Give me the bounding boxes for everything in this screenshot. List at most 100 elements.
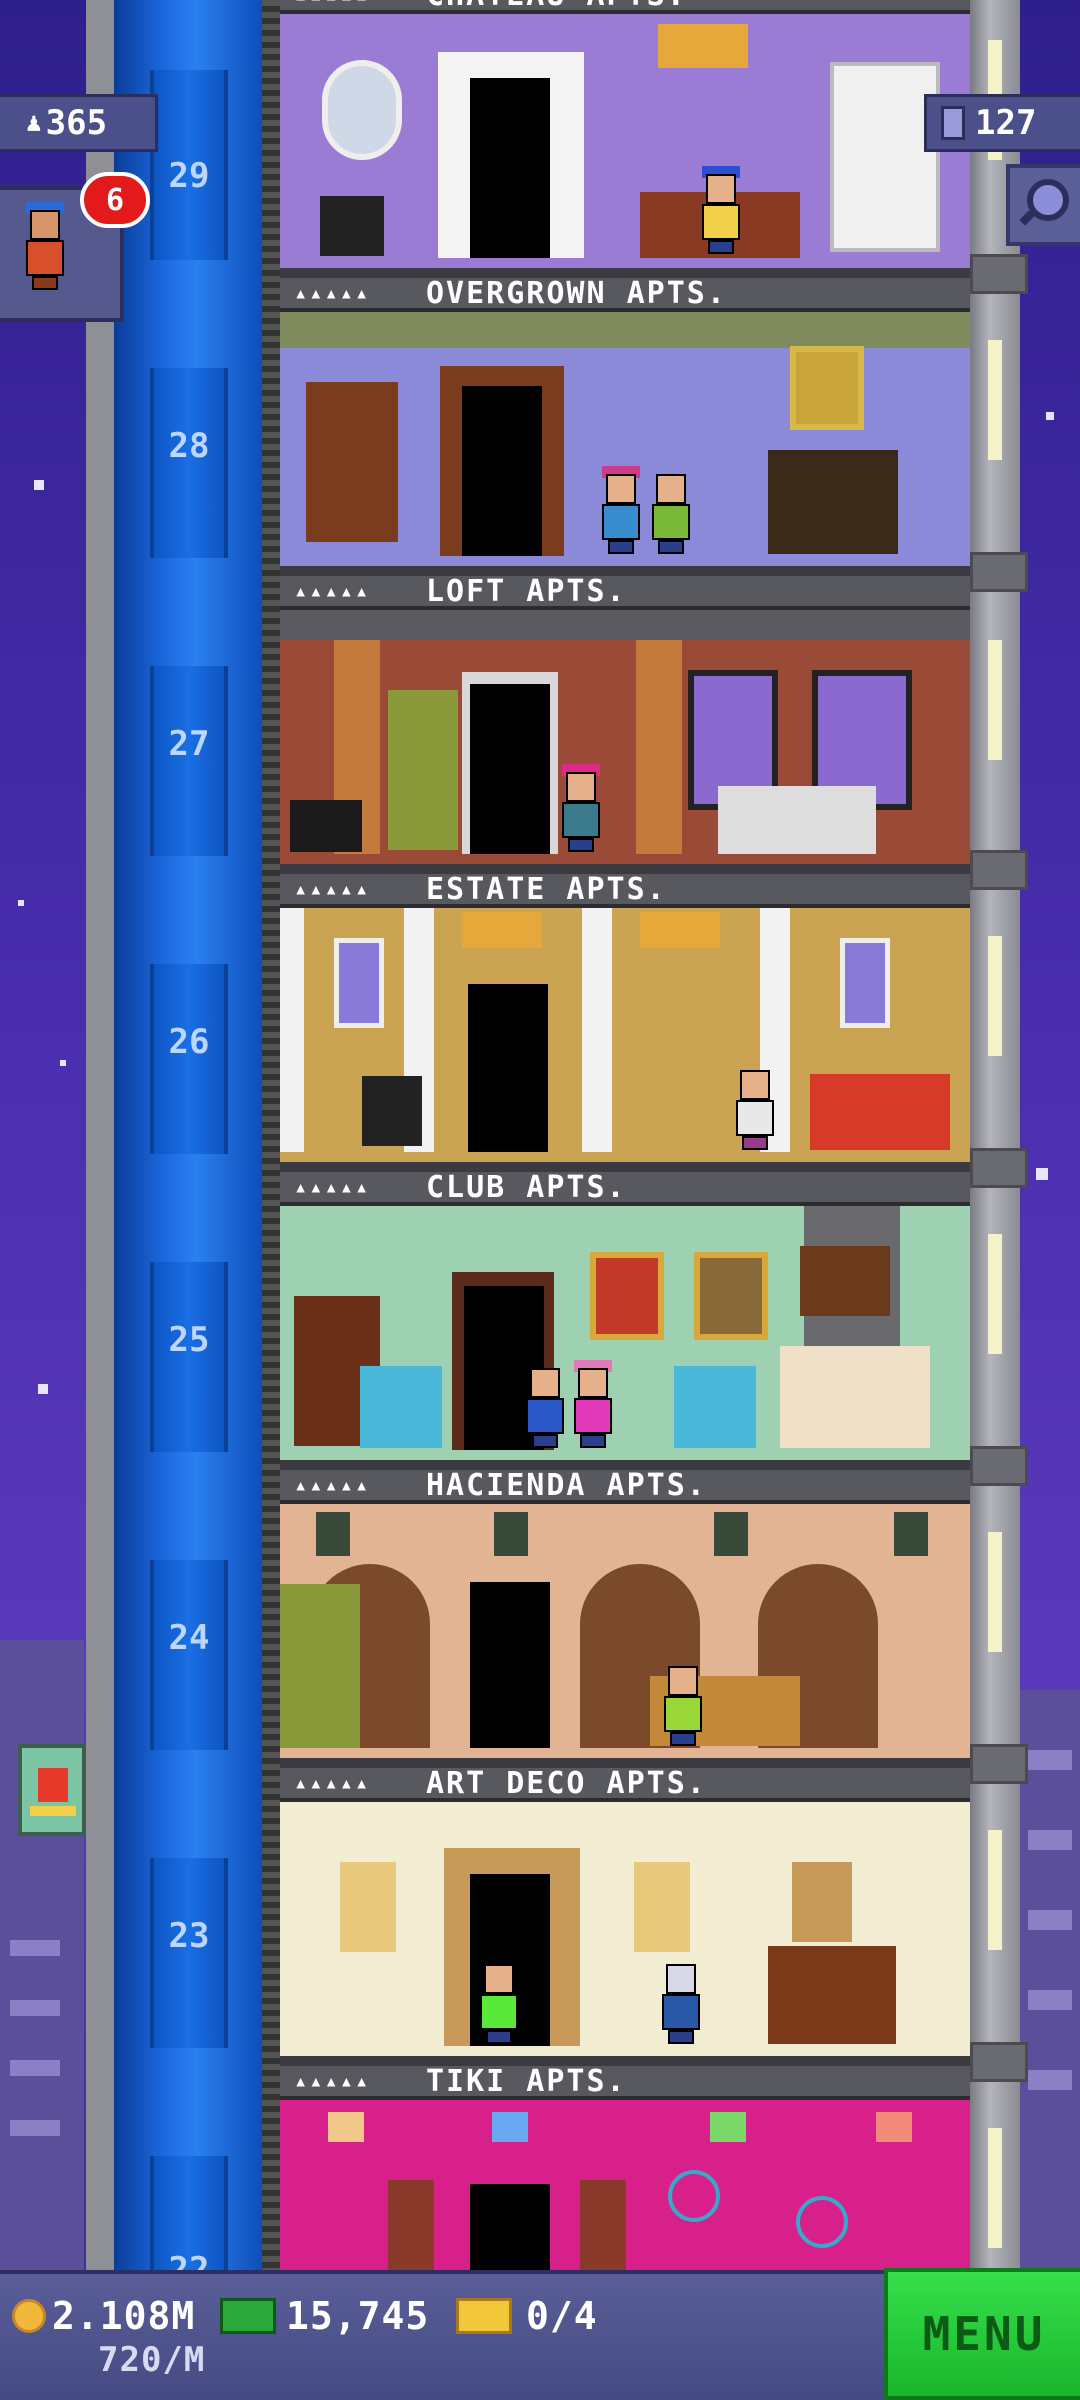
bux-icon [220, 2298, 276, 2334]
portrait-decoration [694, 1252, 768, 1340]
side-event-button[interactable] [18, 1744, 86, 1836]
parrot-decoration [796, 2196, 848, 2248]
elevator-floor-28[interactable]: 28 [114, 298, 264, 596]
magnifier-icon [1019, 179, 1069, 226]
floor-club-apts[interactable]: ▴▴▴▴▴ CLUB APTS. [280, 1169, 970, 1470]
floor-name: CHATEAU APTS. [420, 0, 687, 13]
room-interior [280, 1206, 970, 1460]
floor-rating-stars: ▴▴▴▴▴ [294, 2068, 371, 2094]
floor-header: ▴▴▴▴▴ HACIENDA APTS. [280, 1468, 970, 1504]
elevator-floor-24[interactable]: 24 [114, 1490, 264, 1788]
cabinet-decoration [830, 62, 940, 252]
floor-name: CLUB APTS. [426, 1169, 627, 1205]
menu-button[interactable]: MENU [884, 2268, 1080, 2400]
elevator-floor-23[interactable]: 23 [114, 1788, 264, 2086]
floor-header: ▴▴▴▴▴ ART DECO APTS. [280, 1765, 970, 1802]
side-table [362, 1076, 422, 1146]
floor-name: TIKI APTS. [426, 2063, 627, 2099]
elevator-floor-26[interactable]: 26 [114, 894, 264, 1192]
tenant-sprite[interactable] [660, 1666, 706, 1746]
elevator-floor-25[interactable]: 25 [114, 1192, 264, 1490]
bux-display[interactable]: 15,745 [220, 2294, 429, 2338]
ceiling-lamp-decoration [710, 2112, 746, 2142]
floor-rating-stars: ▴▴▴▴▴ [294, 876, 371, 902]
background-building [0, 1640, 84, 2280]
coin-icon [12, 2299, 46, 2333]
column-decoration [582, 908, 612, 1152]
room-doorway [462, 386, 542, 556]
elevator-floor-27[interactable]: 27 [114, 596, 264, 894]
star-decoration [1036, 1168, 1048, 1180]
moose-head-decoration [800, 1246, 890, 1316]
floor-loft-apts[interactable]: ▴▴▴▴▴ LOFT APTS. [280, 574, 970, 874]
parrot-decoration [668, 2170, 720, 2222]
floor-overgrown-apts[interactable]: ▴▴▴▴▴ OVERGROWN APTS. [280, 276, 970, 576]
person-icon: ♟ [26, 108, 42, 138]
sofa-decoration [718, 786, 876, 854]
floor-header: ▴▴▴▴▴ CHATEAU APTS. [280, 0, 970, 14]
floor-hacienda-apts[interactable]: ▴▴▴▴▴ HACIENDA APTS. [280, 1468, 970, 1768]
floor-header: ▴▴▴▴▴ CLUB APTS. [280, 1169, 970, 1206]
tenant-sprite[interactable] [522, 1368, 568, 1448]
vip-avatar-icon [22, 202, 68, 290]
vines-decoration [280, 312, 970, 348]
tenant-sprite[interactable] [648, 474, 694, 554]
floor-chateau-apts[interactable]: ▴▴▴▴▴ CHATEAU APTS. [280, 0, 970, 278]
painting-decoration [790, 346, 864, 430]
floor-number: 25 [168, 1320, 210, 1360]
chandelier-decoration [462, 912, 542, 948]
ceiling-lamp-decoration [492, 2112, 528, 2142]
room-interior [280, 1802, 970, 2056]
star-decoration [60, 1060, 66, 1066]
lantern-decoration [714, 1512, 748, 1556]
sofa-decoration [810, 1074, 950, 1150]
room-interior [280, 14, 970, 268]
coins-display[interactable]: 2.108M [12, 2294, 195, 2338]
room-interior [280, 1504, 970, 1758]
search-button[interactable] [1006, 164, 1080, 246]
lantern-decoration [494, 1512, 528, 1556]
floor-number: 26 [168, 1022, 210, 1062]
floors-counter[interactable]: 127 [924, 94, 1080, 152]
mirror-decoration [322, 60, 402, 160]
pillar-decoration [636, 640, 682, 854]
tower-support-column [970, 0, 1028, 2270]
tenant-sprite[interactable] [698, 166, 744, 254]
room-doorway [470, 2184, 550, 2270]
vase-decoration [792, 1862, 852, 1942]
floor-header: ▴▴▴▴▴ LOFT APTS. [280, 574, 970, 610]
elevator-rail [262, 0, 280, 2270]
fireplace-decoration [768, 1946, 896, 2044]
column-decoration [280, 908, 304, 1152]
tenant-sprite[interactable] [570, 1360, 616, 1448]
tenant-sprite[interactable] [598, 466, 644, 554]
floor-rating-stars: ▴▴▴▴▴ [294, 1472, 371, 1498]
floor-rating-stars: ▴▴▴▴▴ [294, 1174, 371, 1200]
tenant-sprite[interactable] [558, 764, 604, 852]
tenant-sprite[interactable] [476, 1964, 522, 2044]
floor-name: ESTATE APTS. [426, 871, 667, 907]
chandelier-decoration [640, 912, 720, 948]
notification-badge: 6 [80, 172, 150, 228]
tenant-sprite[interactable] [732, 1070, 778, 1150]
tenant-sprite[interactable] [658, 1964, 704, 2044]
floor-art-deco-apts[interactable]: ▴▴▴▴▴ ART DECO APTS. [280, 1765, 970, 2066]
floor-rating-stars: ▴▴▴▴▴ [294, 1770, 371, 1796]
coins-value: 2.108M [52, 2294, 196, 2338]
floors-value: 127 [975, 103, 1037, 143]
star-decoration [34, 480, 44, 490]
fireplace-decoration [768, 450, 898, 554]
floor-name: ART DECO APTS. [426, 1765, 707, 1801]
side-table [320, 196, 384, 256]
tickets-display[interactable]: 0/4 [456, 2294, 598, 2338]
room-interior [280, 312, 970, 566]
star-decoration [18, 900, 24, 906]
bookshelf-decoration [306, 382, 398, 542]
population-counter[interactable]: ♟ 365 [0, 94, 158, 152]
ceiling-lamp-decoration [328, 2112, 364, 2142]
floor-number: 23 [168, 1916, 210, 1956]
room-interior [280, 610, 970, 864]
floor-estate-apts[interactable]: ▴▴▴▴▴ ESTATE APTS. [280, 871, 970, 1172]
room-interior [280, 908, 970, 1162]
armchair-decoration [360, 1366, 442, 1448]
